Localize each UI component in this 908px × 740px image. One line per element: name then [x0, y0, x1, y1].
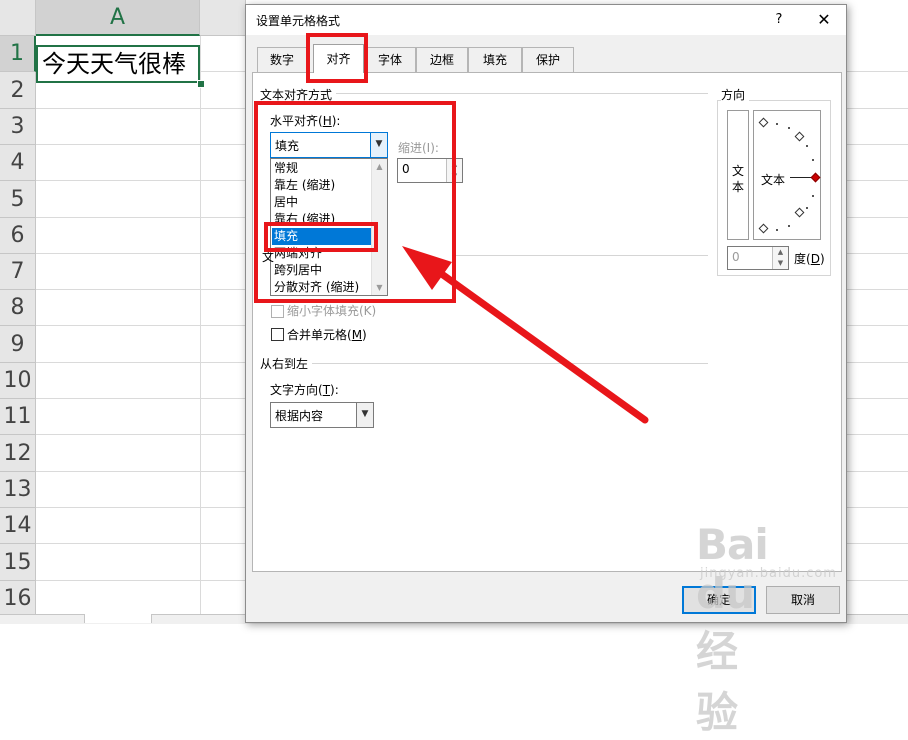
degrees-value: 0	[732, 250, 740, 264]
row-header[interactable]: 16	[0, 581, 36, 617]
row-header[interactable]: 1	[0, 36, 36, 72]
dialog-titlebar[interactable]: 设置单元格格式 ? ✕	[246, 5, 846, 35]
orientation-dot	[812, 159, 814, 161]
horizontal-alignment-label: 水平对齐(H):	[270, 114, 341, 128]
cancel-button[interactable]: 取消	[766, 586, 840, 614]
orientation-marker-icon	[758, 223, 769, 234]
vertical-text-button[interactable]: 文 本	[727, 110, 749, 240]
row-header[interactable]: 10	[0, 363, 36, 399]
gridline	[200, 36, 201, 616]
row-header[interactable]: 13	[0, 472, 36, 508]
text-direction-label: 文字方向(T):	[270, 383, 339, 397]
text-alignment-section-label: 文本对齐方式	[260, 86, 337, 103]
orientation-dot	[806, 145, 808, 147]
row-header[interactable]: 15	[0, 544, 36, 581]
scroll-up-icon[interactable]: ▲	[372, 159, 387, 174]
row-header[interactable]: 4	[0, 145, 36, 181]
option-center-across[interactable]: 跨列居中	[272, 262, 374, 279]
shrink-to-fit-checkbox[interactable]	[271, 305, 284, 318]
merge-cells-label: 合并单元格(M)	[287, 328, 367, 342]
column-header-a[interactable]: A	[36, 0, 200, 36]
row-header[interactable]: 9	[0, 326, 36, 363]
tab-alignment[interactable]: 对齐	[313, 44, 364, 73]
chevron-down-icon[interactable]: ▼	[370, 133, 387, 157]
orientation-marker-icon	[758, 117, 769, 128]
option-right-indent[interactable]: 靠右 (缩进)	[272, 211, 374, 228]
rtl-section-label: 从右到左	[260, 355, 313, 372]
vertical-text-char-2: 本	[732, 180, 745, 194]
horizontal-alignment-combo[interactable]: 填充 ▼	[270, 132, 388, 158]
option-justify[interactable]: 两端对齐	[272, 245, 374, 262]
orientation-dot	[776, 123, 778, 125]
tab-number[interactable]: 数字	[257, 47, 307, 72]
fill-handle[interactable]	[197, 80, 205, 88]
orientation-dot	[806, 207, 808, 209]
orientation-dial-text: 文本	[761, 173, 786, 187]
option-fill[interactable]: 填充	[272, 228, 374, 245]
chevron-down-icon[interactable]: ▼	[356, 403, 373, 427]
row-header[interactable]: 5	[0, 181, 36, 218]
text-direction-combo[interactable]: 根据内容 ▼	[270, 402, 374, 428]
option-distributed[interactable]: 分散对齐 (缩进)	[272, 279, 374, 295]
merge-cells-checkbox[interactable]	[271, 328, 284, 341]
row-header[interactable]: 12	[0, 435, 36, 472]
orientation-marker-icon	[794, 207, 805, 218]
watermark-logo-text: Bai du 经验	[696, 520, 769, 737]
cell-a1[interactable]: 今天天气很棒	[36, 45, 200, 83]
row-header[interactable]: 11	[0, 399, 36, 435]
scroll-down-icon[interactable]: ▼	[372, 280, 387, 295]
watermark-url-text: jingyan.baidu.com	[700, 566, 837, 581]
degrees-label: 度(D)	[794, 252, 825, 266]
row-header[interactable]: 14	[0, 508, 36, 544]
text-control-section-label: 文	[262, 250, 275, 264]
orientation-marker-icon	[794, 131, 805, 142]
row-header[interactable]: 6	[0, 218, 36, 254]
orientation-dot	[788, 225, 790, 227]
option-center[interactable]: 居中	[272, 194, 374, 211]
list-scrollbar[interactable]: ▲ ▼	[371, 159, 387, 295]
horizontal-alignment-value: 填充	[275, 139, 300, 153]
degrees-spinner[interactable]: 0 ▲ ▼	[727, 246, 789, 270]
tab-protection[interactable]: 保护	[522, 47, 574, 72]
sheet-tab[interactable]	[84, 614, 152, 623]
close-button[interactable]: ✕	[812, 10, 836, 30]
text-direction-value: 根据内容	[275, 409, 324, 423]
tab-font[interactable]: 字体	[364, 47, 416, 72]
help-button[interactable]: ?	[769, 10, 789, 30]
indent-spinner[interactable]: 0 ▲ ▼	[397, 158, 463, 183]
row-header[interactable]: 2	[0, 72, 36, 109]
orientation-needle	[790, 177, 812, 178]
indent-value: 0	[402, 162, 410, 176]
orientation-handle-icon[interactable]	[810, 172, 821, 183]
orientation-dot	[788, 127, 790, 129]
tab-fill[interactable]: 填充	[468, 47, 522, 72]
orientation-dot	[776, 229, 778, 231]
vertical-text-char-1: 文	[732, 164, 745, 178]
dialog-title: 设置单元格格式	[256, 14, 341, 28]
indent-spin-buttons[interactable]: ▲ ▼	[446, 159, 462, 182]
section-divider	[455, 255, 708, 256]
section-divider	[312, 363, 708, 364]
shrink-to-fit-label: 缩小字体填充(K)	[287, 304, 377, 318]
orientation-section-label: 方向	[721, 86, 750, 103]
indent-label: 缩进(I):	[398, 141, 439, 155]
option-left-indent[interactable]: 靠左 (缩进)	[272, 177, 374, 194]
degrees-spin-buttons[interactable]: ▲ ▼	[772, 247, 788, 269]
column-header-b[interactable]	[200, 0, 246, 36]
orientation-dot	[812, 195, 814, 197]
select-all-corner[interactable]	[0, 0, 36, 36]
row-header[interactable]: 3	[0, 109, 36, 145]
horizontal-alignment-dropdown-list[interactable]: 常规 靠左 (缩进) 居中 靠右 (缩进) 填充 两端对齐 跨列居中 分散对齐 …	[270, 158, 388, 296]
orientation-dial[interactable]: 文本	[753, 110, 821, 240]
row-header[interactable]: 8	[0, 290, 36, 326]
option-general[interactable]: 常规	[272, 160, 374, 177]
tab-border[interactable]: 边框	[416, 47, 468, 72]
row-header[interactable]: 7	[0, 254, 36, 290]
